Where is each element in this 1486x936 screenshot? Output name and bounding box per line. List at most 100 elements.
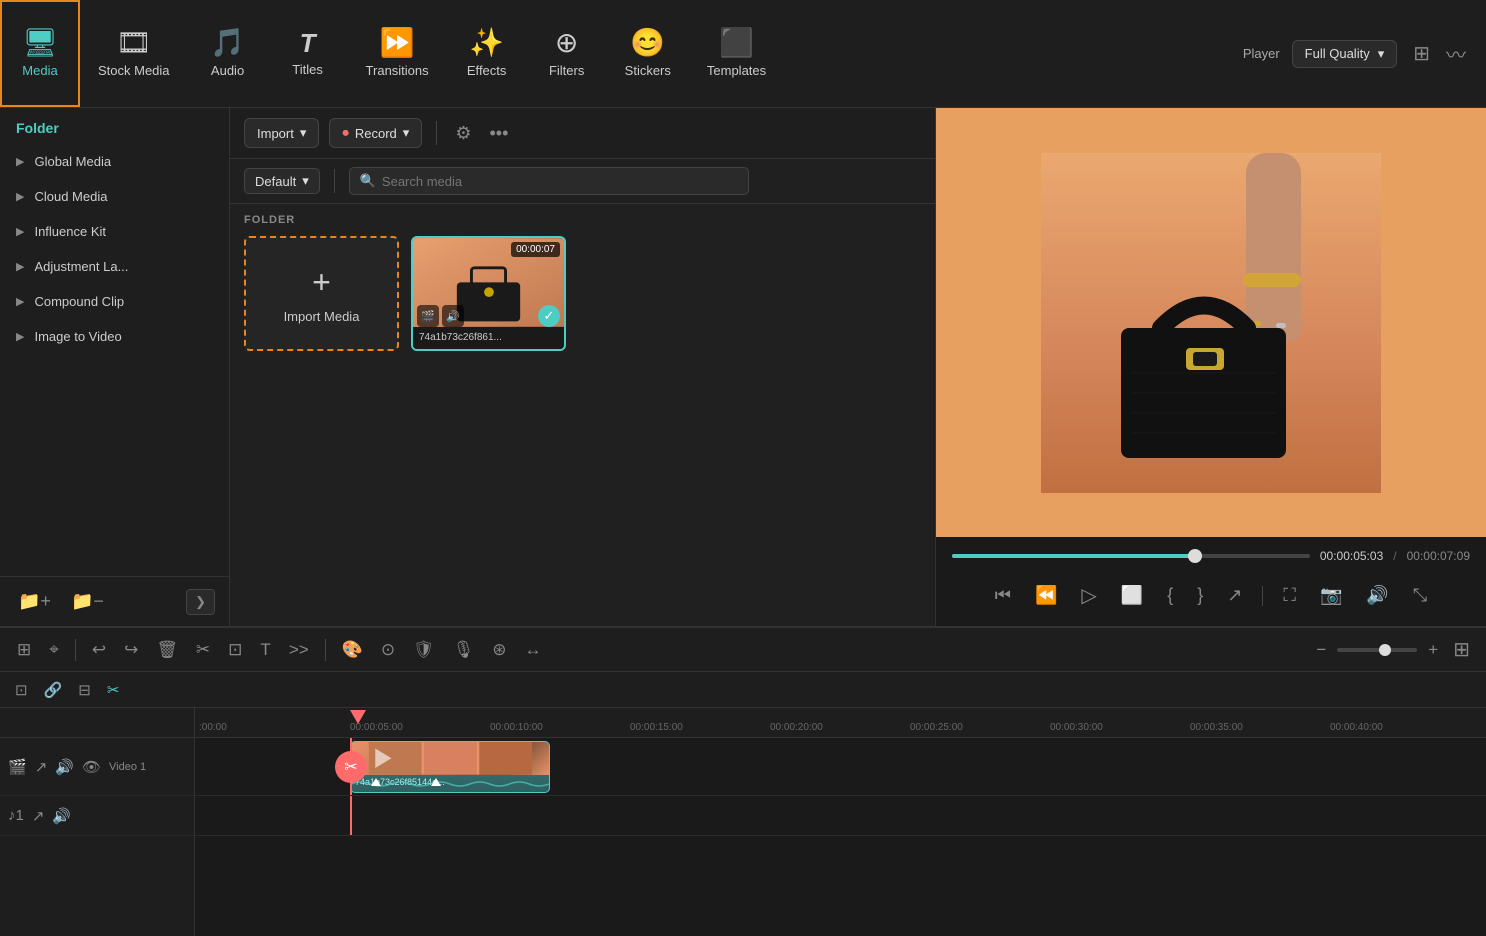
nav-item-templates[interactable]: ⬛ Templates	[689, 0, 784, 107]
stop-button[interactable]: ⬜	[1117, 581, 1147, 610]
timeline-tracks-scroll[interactable]: :00:00 00:00:05:00 00:00:10:00 00:00:15:…	[195, 708, 1486, 936]
nav-label-transitions: Transitions	[366, 63, 429, 78]
record-button[interactable]: ⏺ Record ▾	[329, 118, 422, 148]
playhead-triangle	[350, 710, 366, 724]
replace-button[interactable]: ↔	[520, 636, 547, 664]
link-clips-button[interactable]: 🔗	[41, 678, 66, 702]
progress-track[interactable]	[952, 554, 1310, 558]
snapshot-button[interactable]: 📷	[1316, 581, 1346, 610]
scissors-icon: ✂	[335, 751, 367, 783]
sort-dropdown[interactable]: Default ▾	[244, 168, 320, 194]
nav-item-stickers[interactable]: 😊 Stickers	[607, 0, 689, 107]
toolbar-separator	[436, 121, 437, 145]
stabilize-button[interactable]: 🛡	[408, 636, 440, 664]
grid-view-button[interactable]: ⊞	[1409, 35, 1434, 72]
sidebar-item-influence-kit[interactable]: ▶ Influence Kit	[0, 214, 229, 249]
search-input[interactable]	[382, 174, 738, 189]
expand-arrow-icon: ▶	[16, 225, 24, 238]
redo-button[interactable]: ↪	[119, 636, 143, 664]
import-plus-icon: +	[312, 264, 331, 301]
quality-dropdown[interactable]: Full Quality ▾	[1292, 40, 1398, 68]
nav-item-titles[interactable]: T Titles	[268, 0, 348, 107]
sidebar-item-adjustment-layer[interactable]: ▶ Adjustment La...	[0, 249, 229, 284]
play-button[interactable]: ▷	[1077, 579, 1100, 612]
progress-thumb[interactable]	[1188, 549, 1202, 563]
sort-label: Default	[255, 174, 296, 189]
top-navigation: 🖥 Media 🎞 Stock Media 🎵 Audio T Titles ⏩…	[0, 0, 1486, 108]
multi-select-button[interactable]: ⊞	[12, 636, 36, 664]
color-match-button[interactable]: 🎨	[337, 636, 368, 664]
magnetic-snap-button[interactable]: ✂	[104, 678, 123, 702]
progress-bar-container: 00:00:05:03 / 00:00:07:09	[952, 549, 1470, 563]
timeline-grid-button[interactable]: ⊞	[1449, 633, 1474, 666]
sidebar-label-adjustment-layer: Adjustment La...	[34, 259, 128, 274]
import-button[interactable]: Import ▾	[244, 118, 319, 148]
motion-button[interactable]: ⊙	[376, 636, 400, 664]
expand-arrow-icon: ▶	[16, 155, 24, 168]
speed-button[interactable]: >>	[284, 636, 314, 664]
sidebar-item-compound-clip[interactable]: ▶ Compound Clip	[0, 284, 229, 319]
media-tile-1[interactable]: 00:00:07 🎬 🔊 ✓ 74a1b73c26f861...	[411, 236, 566, 351]
ruler-mark-6: 00:00:30:00	[1050, 722, 1103, 733]
progress-fill	[952, 554, 1195, 558]
draw-button[interactable]: ⌖	[44, 636, 64, 664]
text-button[interactable]: T	[255, 636, 275, 664]
nav-item-effects[interactable]: ✨ Effects	[447, 0, 527, 107]
silence-button[interactable]: 🎙	[448, 636, 480, 664]
step-back-button[interactable]: ⏮	[991, 581, 1015, 610]
expand-arrow-icon: ▶	[16, 190, 24, 203]
import-media-tile[interactable]: + Import Media	[244, 236, 399, 351]
resize-button[interactable]: ⤡	[1409, 581, 1431, 610]
video-clip-1[interactable]: 74a1b73c26f85144e...	[350, 741, 550, 793]
audio-stretch-button[interactable]: ⊛	[487, 636, 511, 664]
more-options-button[interactable]: •••	[485, 119, 512, 148]
import-label: Import	[257, 126, 294, 141]
nav-item-audio[interactable]: 🎵 Audio	[188, 0, 268, 107]
fullscreen-button[interactable]: ⛶	[1279, 581, 1300, 610]
audio-wave-icon: 🔊	[442, 305, 464, 327]
frame-back-button[interactable]: ⏪	[1031, 581, 1061, 610]
sidebar-label-compound-clip: Compound Clip	[34, 294, 124, 309]
waveform-view-button[interactable]: 〰	[1442, 35, 1470, 72]
video-track-1: ✂	[195, 738, 1486, 796]
cut-button[interactable]: ✂	[191, 636, 215, 664]
mark-in-button[interactable]: {	[1163, 581, 1177, 610]
nav-item-stock-media[interactable]: 🎞 Stock Media	[80, 0, 188, 107]
left-sidebar: Folder ▶ Global Media ▶ Cloud Media ▶ In…	[0, 108, 230, 626]
export-options-button[interactable]: ↗	[1223, 581, 1246, 610]
crop-button[interactable]: ⊡	[223, 636, 247, 664]
playhead-line: ✂	[350, 738, 352, 795]
search-box[interactable]: 🔍	[349, 167, 749, 195]
zoom-out-button[interactable]: −	[1311, 636, 1331, 664]
clip-thumbnail-strip	[351, 742, 549, 775]
add-folder-button[interactable]: 📁+	[14, 587, 55, 616]
zoom-thumb[interactable]	[1379, 644, 1391, 656]
media-duration: 00:00:07	[511, 242, 560, 257]
sidebar-item-global-media[interactable]: ▶ Global Media	[0, 144, 229, 179]
filters-icon: ⊕	[555, 29, 578, 57]
split-audio-button[interactable]: ⊟	[75, 678, 94, 702]
sidebar-label-image-to-video: Image to Video	[34, 329, 121, 344]
nav-label-effects: Effects	[467, 63, 507, 78]
nav-item-media[interactable]: 🖥 Media	[0, 0, 80, 107]
nav-item-transitions[interactable]: ⏩ Transitions	[348, 0, 447, 107]
expand-arrow-icon: ▶	[16, 260, 24, 273]
fit-to-screen-button[interactable]: ⊡	[12, 678, 31, 702]
zoom-in-button[interactable]: +	[1423, 636, 1443, 664]
record-label: Record	[355, 126, 397, 141]
audio-icon: 🎵	[210, 29, 245, 57]
volume-button[interactable]: 🔊	[1362, 581, 1392, 610]
sidebar-collapse-button[interactable]: ❯	[186, 589, 215, 615]
mark-out-button[interactable]: }	[1193, 581, 1207, 610]
sidebar-item-cloud-media[interactable]: ▶ Cloud Media	[0, 179, 229, 214]
clip-marker-1	[371, 778, 381, 786]
nav-item-filters[interactable]: ⊕ Filters	[527, 0, 607, 107]
record-dot-icon: ⏺	[342, 125, 349, 141]
zoom-slider[interactable]	[1337, 648, 1417, 652]
tl-separator-2	[325, 639, 326, 661]
filter-button[interactable]: ⚙	[451, 119, 475, 148]
undo-button[interactable]: ↩	[87, 636, 111, 664]
sidebar-item-image-to-video[interactable]: ▶ Image to Video	[0, 319, 229, 354]
remove-folder-button[interactable]: 📁−	[67, 587, 108, 616]
delete-button[interactable]: 🗑	[151, 636, 183, 664]
